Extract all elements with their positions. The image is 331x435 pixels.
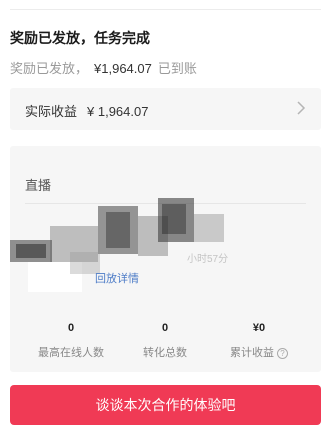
top-divider — [10, 9, 321, 10]
status-sub-prefix: 奖励已发放， — [10, 61, 89, 76]
stat-conversions-value: 0 — [161, 322, 169, 334]
stat-peak-online-label: 最高在线人数 — [38, 347, 104, 359]
actual-earnings-row[interactable]: 实际收益 ¥ 1,964.07 — [10, 88, 321, 130]
actual-earnings-label: 实际收益 — [25, 104, 78, 119]
stat-total-earnings-label: 累计收益 — [230, 347, 274, 359]
stat-peak-online: 0 最高在线人数 — [21, 322, 121, 360]
task-status-title: 奖励已发放，任务完成 — [10, 30, 150, 46]
stat-conversions-label: 转化总数 — [143, 347, 187, 359]
status-amount: ¥1,964.07 — [94, 61, 152, 76]
feedback-button[interactable]: 谈谈本次合作的体验吧 — [10, 385, 321, 425]
stat-conversions: 0 转化总数 — [115, 322, 215, 360]
help-icon[interactable]: ? — [277, 348, 288, 359]
stat-peak-online-value: 0 — [67, 322, 75, 334]
stat-total-earnings-value: ¥0 — [252, 322, 266, 334]
stat-total-earnings: ¥0 累计收益? — [209, 322, 309, 360]
live-stream-card: 直播 小时57分 回放详情 0 最高在线人数 0 转化总数 ¥0 累计收益? — [10, 146, 321, 372]
replay-details-link[interactable]: 回放详情 — [95, 270, 139, 286]
status-sub-suffix: 已到账 — [157, 61, 197, 76]
task-status-subtitle: 奖励已发放， ¥1,964.07 已到账 — [10, 58, 197, 77]
chevron-right-icon — [297, 101, 306, 115]
live-duration-fragment: 小时57分 — [187, 254, 229, 265]
actual-earnings-value: ¥ 1,964.07 — [87, 104, 149, 119]
actual-earnings-text: 实际收益 ¥ 1,964.07 — [25, 101, 148, 120]
stat-total-earnings-row: 累计收益? — [209, 344, 309, 360]
